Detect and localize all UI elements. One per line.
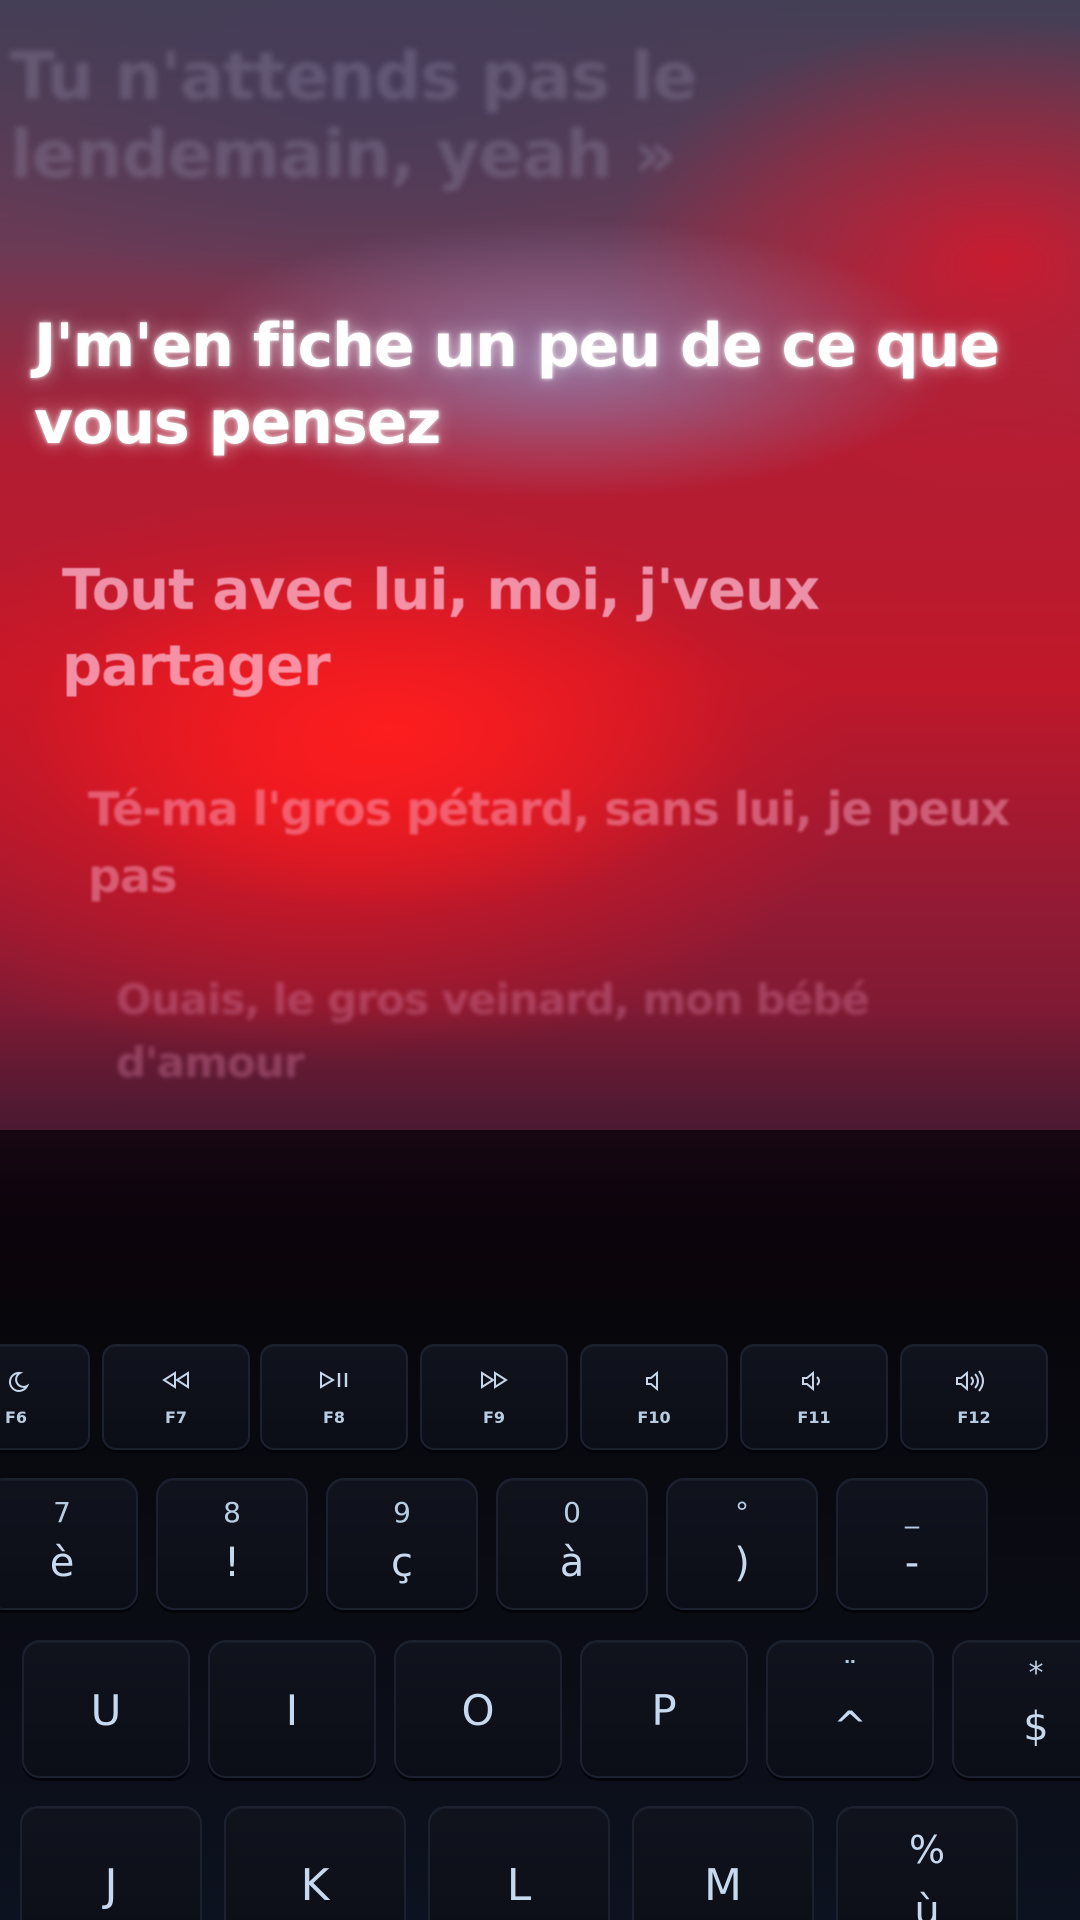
lyric-next-line-3: Ouais, le gros veinard, mon bébé d'amour [116, 975, 870, 1087]
volume-down-icon [742, 1370, 886, 1392]
key-p[interactable]: P [580, 1640, 748, 1778]
rewind-icon [104, 1370, 248, 1390]
key-m[interactable]: M [632, 1806, 814, 1920]
laptop-bezel [0, 1130, 1080, 1320]
key-underscore[interactable]: _ - [836, 1478, 988, 1610]
lyric-current-line: J'm'en fiche un peu de ce que vous pense… [34, 311, 1000, 458]
key-f6[interactable]: F6 [0, 1344, 90, 1450]
key-f8[interactable]: F8 [260, 1344, 408, 1450]
keyboard: F6 F7 F8 F9 F10 F11 F12 7 è 8 ! 9 ç 0 à … [0, 1300, 1080, 1920]
key-7[interactable]: 7 è [0, 1478, 138, 1610]
laptop-screen: Tu n'attends pas le lendemain, yeah » J'… [0, 0, 1080, 1130]
key-j[interactable]: J [20, 1806, 202, 1920]
key-circumflex[interactable]: ¨ ^ [766, 1640, 934, 1778]
key-u[interactable]: U [22, 1640, 190, 1778]
key-f11[interactable]: F11 [740, 1344, 888, 1450]
key-dollar[interactable]: * $ [952, 1640, 1080, 1778]
play-pause-icon [262, 1370, 406, 1390]
key-i[interactable]: I [208, 1640, 376, 1778]
key-9[interactable]: 9 ç [326, 1478, 478, 1610]
key-k[interactable]: K [224, 1806, 406, 1920]
lyric-previous-line: Tu n'attends pas le lendemain, yeah » [10, 38, 697, 193]
key-f9[interactable]: F9 [420, 1344, 568, 1450]
key-8[interactable]: 8 ! [156, 1478, 308, 1610]
volume-up-icon [902, 1370, 1046, 1392]
key-o[interactable]: O [394, 1640, 562, 1778]
fast-forward-icon [422, 1370, 566, 1390]
lyric-next-line-1: Tout avec lui, moi, j'veux partager [62, 558, 820, 699]
moon-icon [0, 1370, 88, 1394]
key-percent[interactable]: % ù [836, 1806, 1018, 1920]
key-f12[interactable]: F12 [900, 1344, 1048, 1450]
key-f10[interactable]: F10 [580, 1344, 728, 1450]
mute-icon [582, 1370, 726, 1392]
key-0[interactable]: 0 à [496, 1478, 648, 1610]
lyric-next-line-2: Té-ma l'gros pétard, sans lui, je peux p… [88, 782, 1010, 903]
key-l[interactable]: L [428, 1806, 610, 1920]
key-f7[interactable]: F7 [102, 1344, 250, 1450]
key-degree[interactable]: ° ) [666, 1478, 818, 1610]
